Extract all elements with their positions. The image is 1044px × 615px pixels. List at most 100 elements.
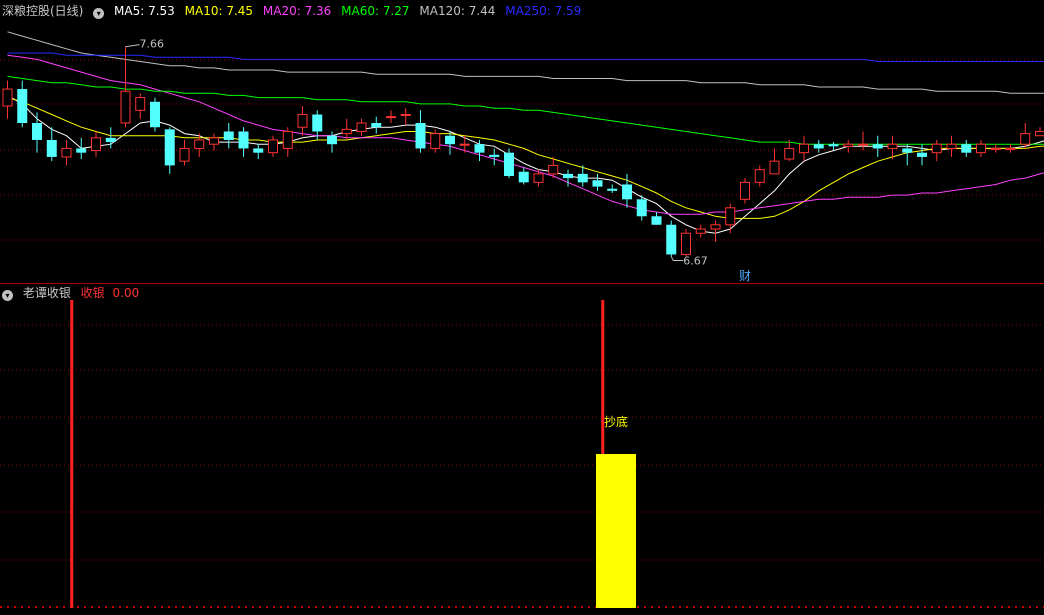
ma-line-ma20 [7, 54, 1044, 215]
candle-body [946, 143, 957, 149]
candle-body [592, 180, 603, 187]
candle-body [194, 139, 205, 149]
candle-body [282, 130, 293, 149]
candle [238, 127, 249, 157]
candle-body [459, 143, 470, 146]
ma-line-ma60 [7, 75, 1044, 145]
main-title: 深粮控股(日线) [2, 4, 84, 18]
candle [135, 93, 146, 119]
candle [902, 144, 913, 166]
candle-body [681, 232, 691, 255]
candle-body [872, 144, 883, 149]
finance-event-marker: 财 [739, 269, 751, 283]
candle [489, 148, 500, 166]
low-price-label: 6.67 [683, 255, 708, 268]
collapse-circle-icon[interactable]: ▾ [93, 8, 105, 19]
candle-body [2, 88, 13, 107]
candle-body [430, 133, 441, 149]
candle-body [150, 101, 160, 128]
candle-body [784, 147, 795, 160]
candle [356, 118, 367, 136]
candle-body [445, 135, 455, 145]
candle-body [400, 114, 411, 117]
candle [858, 131, 868, 151]
candle-body [341, 128, 352, 135]
candle-body [710, 224, 721, 230]
candle-body [769, 160, 780, 175]
candle [209, 133, 219, 151]
candle-body [799, 143, 809, 154]
candle-body [474, 144, 485, 153]
main-panel-header: 深粮控股(日线) ▾ MA5: 7.53 MA10: 7.45 MA20: 7.… [2, 3, 587, 19]
candle-body [105, 137, 116, 143]
candle-body [489, 154, 500, 157]
low-pointer-line [670, 256, 684, 262]
candle-body [636, 199, 647, 217]
candle-body [813, 144, 824, 149]
candle-body [666, 224, 677, 255]
candle [872, 135, 883, 157]
candle-body [533, 173, 544, 183]
candle-body [91, 137, 101, 152]
candle-body [356, 122, 367, 132]
ma60-label: MA60: 7.27 [341, 4, 410, 18]
candle-body [887, 143, 898, 149]
candle-body [504, 152, 514, 176]
series-value: 0.00 [112, 286, 140, 300]
candle [2, 80, 13, 119]
candle-body [563, 173, 573, 179]
candle-body [371, 123, 382, 128]
candle-body [76, 148, 87, 153]
high-price-label: 7.66 [140, 38, 165, 51]
ma20-label: MA20: 7.36 [262, 4, 332, 18]
candle-body [253, 148, 264, 153]
candle [32, 112, 42, 153]
candle [386, 110, 396, 123]
candle-body [518, 171, 529, 183]
candle-body [327, 135, 337, 145]
candle [917, 144, 927, 166]
candle-body [17, 89, 28, 123]
candle-body [415, 123, 426, 149]
candle-body [902, 148, 913, 153]
ma120-label: MA120: 7.44 [419, 4, 496, 18]
candle-body [976, 143, 986, 154]
candle-body [858, 143, 868, 146]
candle [179, 139, 190, 166]
candle-body [179, 147, 190, 162]
candle [651, 212, 662, 225]
candle [769, 148, 780, 175]
candle-body [725, 207, 736, 226]
candle [931, 139, 942, 162]
candle-body [990, 147, 1001, 150]
ma-line-ma5 [7, 94, 1044, 234]
candle [946, 135, 957, 157]
candle-body [754, 169, 765, 183]
collapse-circle-icon[interactable]: ▾ [2, 290, 13, 301]
candle-body [917, 152, 927, 157]
candle-body [931, 143, 942, 154]
chart-canvas[interactable]: 7.66 6.67 财抄底 [0, 0, 1044, 615]
candle [164, 127, 175, 174]
candle-body [268, 139, 278, 154]
candle-body [135, 97, 146, 111]
candle [725, 203, 736, 234]
candle [740, 178, 750, 204]
candle [268, 135, 278, 157]
candle [282, 127, 293, 157]
candle [400, 108, 411, 126]
candle [445, 131, 455, 155]
candle-body [32, 123, 42, 140]
candle [61, 139, 72, 166]
candle [813, 139, 824, 153]
candle [297, 106, 308, 136]
candle [371, 116, 382, 134]
candle-body [312, 114, 323, 132]
high-pointer-line [125, 44, 140, 48]
sub-panel-header: ▾ 老谭收银 收银 0.00 [2, 285, 145, 301]
ma-line-ma10 [7, 97, 1044, 219]
candle-body [164, 129, 175, 166]
candle-body [209, 137, 219, 145]
candle [518, 167, 529, 185]
candle-body [223, 131, 234, 140]
